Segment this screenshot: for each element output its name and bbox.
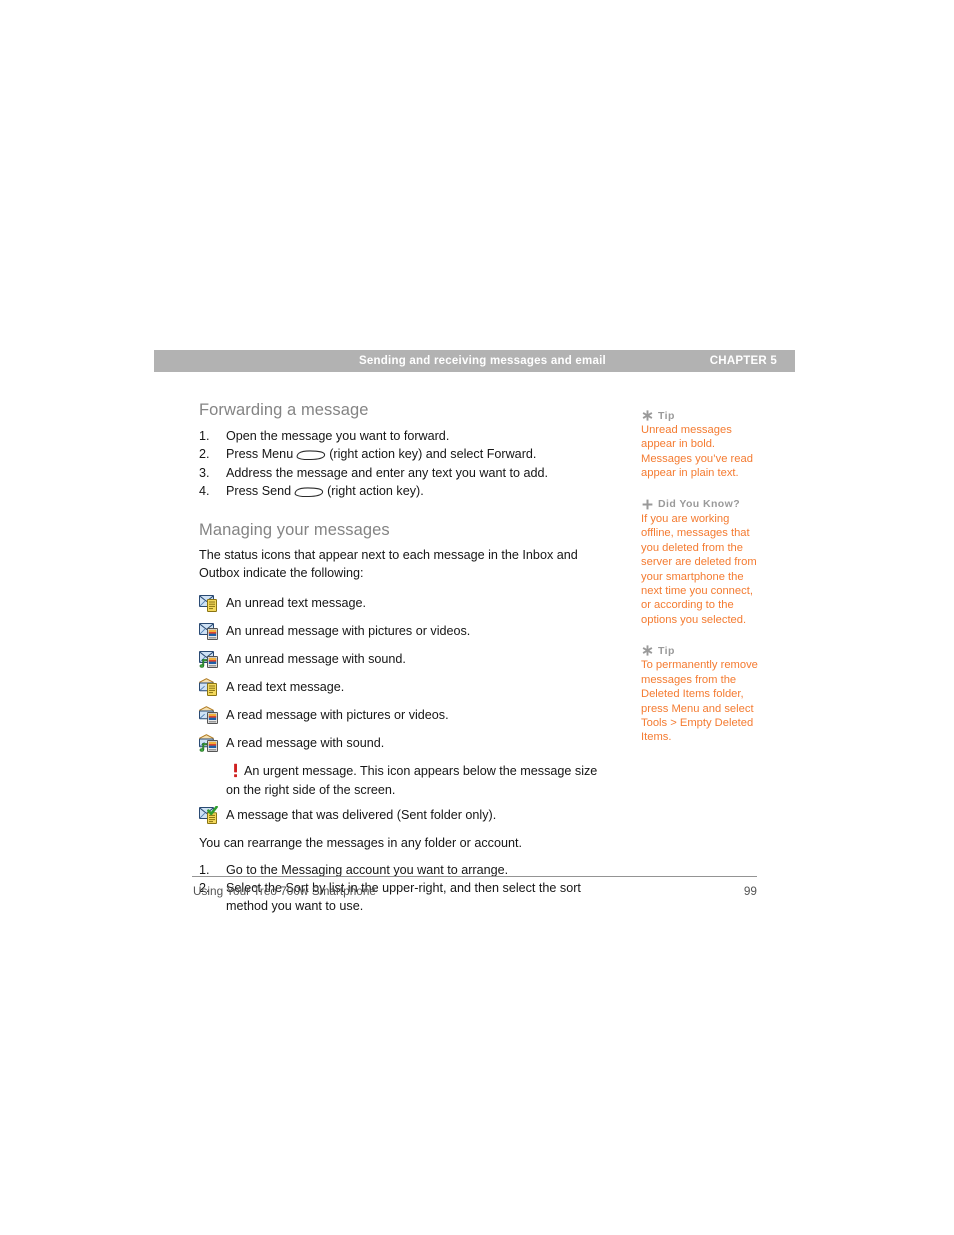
list-item: A read message with sound. — [199, 734, 611, 755]
list-item-label: An urgent message. This icon appears bel… — [226, 764, 598, 797]
step-number: 3. — [199, 465, 210, 480]
section-heading-forwarding: Forwarding a message — [199, 401, 369, 419]
right-action-key-icon — [296, 450, 326, 461]
list-item: A message that was delivered (Sent folde… — [199, 805, 611, 827]
sidebar-block-tip-1: Tip Unread messages appear in bold. Mess… — [641, 409, 765, 481]
list-item: An unread message with sound. — [199, 650, 611, 671]
step-text: Address the message and enter any text y… — [226, 465, 549, 480]
header-title: Sending and receiving messages and email — [359, 355, 606, 367]
sidebar-block-did-you-know: Did You Know? If you are working offline… — [641, 498, 765, 628]
asterisk-icon — [641, 409, 654, 422]
footer-document-title: Using Your Treo 700w Smartphone — [193, 884, 376, 898]
unread-picture-message-icon — [199, 622, 219, 641]
delivered-message-icon — [199, 805, 219, 825]
list-item-label: A read message with pictures or videos. — [226, 708, 449, 723]
list-item-label: An unread message with sound. — [226, 652, 406, 667]
step-text-after-key: (right action key) and select Forward. — [329, 447, 537, 462]
step-text: Go to the Messaging account you want to … — [226, 862, 509, 877]
step-text: Press Send — [226, 484, 292, 499]
sidebar-block-header: Tip — [641, 409, 765, 422]
list-item: A read message with pictures or videos. — [199, 706, 611, 727]
step-number: 1. — [199, 428, 210, 443]
unread-text-message-icon — [199, 594, 219, 613]
page-number: 99 — [743, 884, 757, 898]
read-text-message-icon — [199, 678, 219, 697]
sidebar-block-label: Did You Know? — [658, 498, 741, 511]
step-text-after-key: (right action key). — [327, 484, 424, 499]
step-number: 2. — [199, 447, 210, 462]
header-chapter-label: CHAPTER 5 — [709, 355, 777, 367]
page-footer: Using Your Treo 700w Smartphone 99 — [193, 884, 757, 898]
section-heading-managing: Managing your messages — [199, 520, 390, 539]
document-page: Sending and receiving messages and email… — [0, 0, 954, 1235]
step-text: Press Menu — [226, 447, 294, 462]
sidebar-block-label: Tip — [658, 644, 675, 657]
read-sound-message-icon — [199, 734, 219, 753]
sidebar-block-body: To permanently remove messages from the … — [641, 659, 758, 744]
urgent-message-icon — [226, 763, 244, 778]
list-item-label: An unread message with pictures or video… — [226, 624, 471, 639]
list-item-label: An unread text message. — [226, 596, 367, 611]
plus-icon — [641, 498, 654, 511]
list-item: An unread text message. — [199, 594, 611, 615]
rearrange-intro-text: You can rearrange the messages in any fo… — [199, 835, 522, 850]
footer-divider — [192, 876, 757, 877]
sidebar-block-body: Unread messages appear in bold. Messages… — [641, 424, 753, 480]
list-item: An unread message with pictures or video… — [199, 622, 611, 643]
managing-intro-text: The status icons that appear next to eac… — [199, 548, 578, 581]
unread-sound-message-icon — [199, 650, 219, 669]
list-item-label: A read text message. — [226, 680, 345, 695]
right-action-key-icon — [294, 487, 324, 498]
page-header-bar: Sending and receiving messages and email… — [154, 350, 795, 372]
sidebar-block-label: Tip — [658, 409, 675, 422]
forwarding-steps-list: 1. Open the message you want to forward. … — [199, 427, 611, 501]
step-text: Open the message you want to forward. — [226, 428, 450, 443]
list-item: A read text message. — [199, 678, 611, 699]
status-icon-list: An unread text message. An unread messag… — [199, 594, 611, 827]
list-item-label: A read message with sound. — [226, 736, 385, 751]
list-item: 2. Press Menu (right action key) and selec… — [199, 445, 611, 464]
list-item: 1. Open the message you want to forward. — [199, 427, 611, 446]
list-item-label: A message that was delivered (Sent folde… — [226, 807, 497, 822]
list-item: 4. Press Send (right action key). — [199, 482, 611, 501]
sidebar-block-header: Tip — [641, 644, 765, 657]
sidebar-block-body: If you are working offline, messages tha… — [641, 512, 757, 626]
read-picture-message-icon — [199, 706, 219, 725]
asterisk-icon — [641, 644, 654, 657]
main-content-column: Forwarding a message 1. Open the message … — [199, 400, 611, 916]
step-number: 4. — [199, 484, 210, 499]
sidebar-block-tip-2: Tip To permanently remove messages from … — [641, 644, 765, 745]
list-item: 3. Address the message and enter any text… — [199, 464, 611, 483]
sidebar-tips-column: Tip Unread messages appear in bold. Mess… — [641, 409, 765, 762]
sidebar-block-header: Did You Know? — [641, 498, 765, 511]
list-item-urgent: An urgent message. This icon appears bel… — [199, 762, 611, 799]
